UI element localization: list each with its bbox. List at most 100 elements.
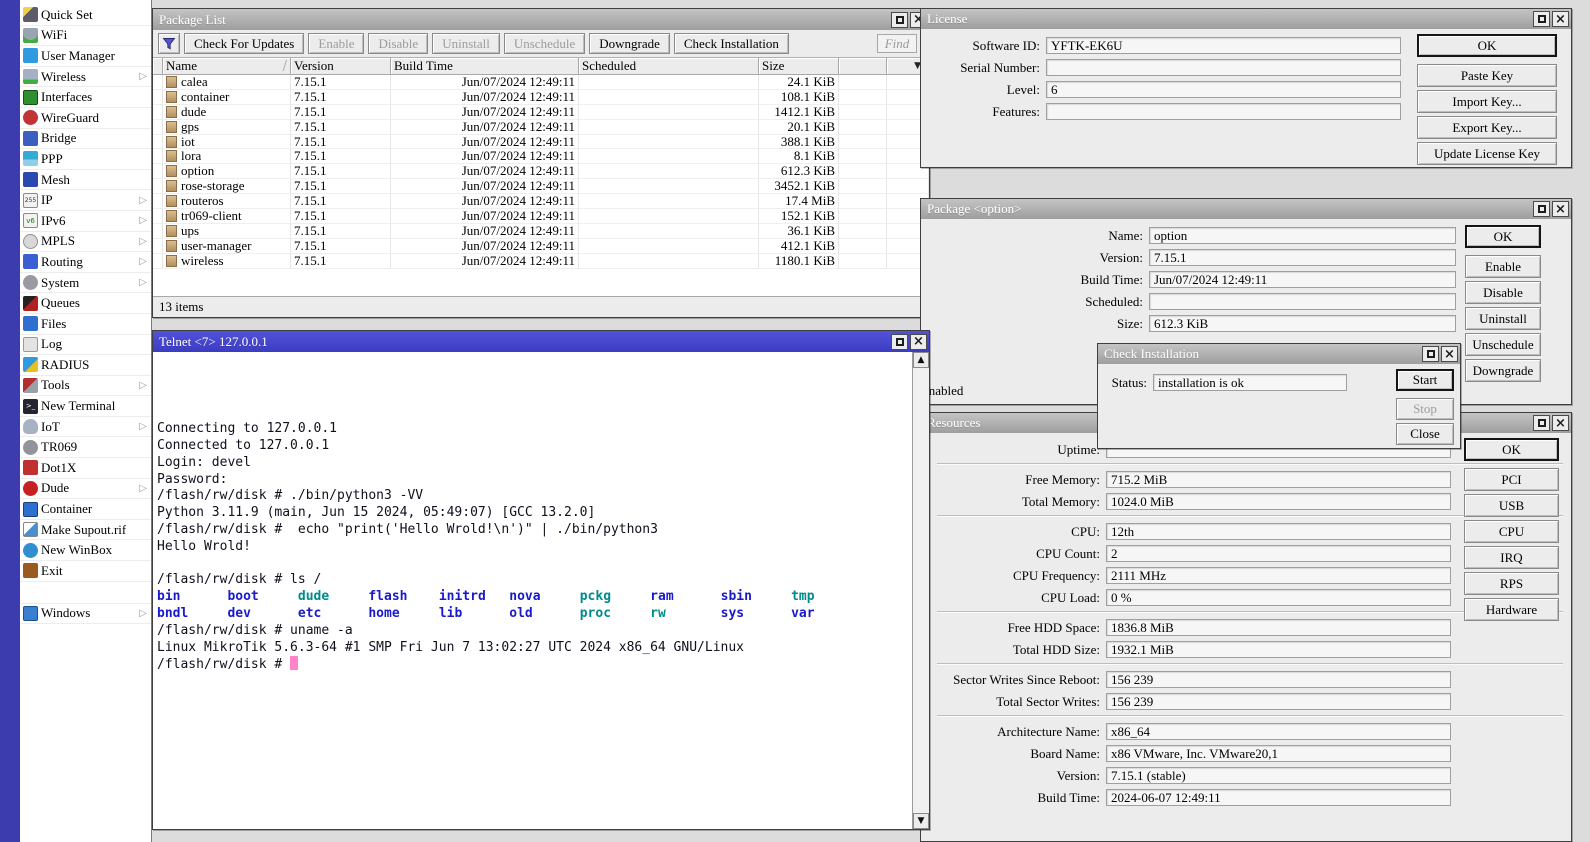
sidebar-item-files[interactable]: Files (20, 314, 151, 335)
package-row-calea[interactable]: calea7.15.1Jun/07/2024 12:49:1124.1 KiB (153, 75, 929, 90)
sidebar-item-wireguard[interactable]: WireGuard (20, 108, 151, 129)
check-installation-maximize-button[interactable] (1422, 346, 1439, 362)
package-option-close-button[interactable]: × (1552, 201, 1569, 217)
package-option-maximize-button[interactable] (1533, 201, 1550, 217)
export-key-button[interactable]: Export Key... (1417, 116, 1557, 139)
board-name-field[interactable]: x86 VMware, Inc. VMware20,1 (1106, 745, 1451, 762)
close-button[interactable]: Close (1396, 423, 1454, 445)
scroll-up-button[interactable]: ▲ (913, 352, 929, 368)
sidebar-item-routing[interactable]: Routing▷ (20, 252, 151, 273)
package-row-routeros[interactable]: routeros7.15.1Jun/07/2024 12:49:1117.4 M… (153, 194, 929, 209)
build-time-field[interactable]: Jun/07/2024 12:49:11 (1149, 271, 1456, 288)
uninstall-button[interactable]: Uninstall (432, 33, 500, 54)
pci-button[interactable]: PCI (1464, 468, 1559, 491)
sidebar-item-mpls[interactable]: MPLS▷ (20, 232, 151, 253)
cpu-count-field[interactable]: 2 (1106, 545, 1451, 562)
sidebar-item-bridge[interactable]: Bridge (20, 129, 151, 150)
downgrade-button[interactable]: Downgrade (1465, 359, 1541, 382)
import-key-button[interactable]: Import Key... (1417, 90, 1557, 113)
size-field[interactable]: 612.3 KiB (1149, 315, 1456, 332)
software-id-field[interactable]: YFTK-EK6U (1046, 37, 1401, 54)
total-hdd-size-field[interactable]: 1932.1 MiB (1106, 641, 1451, 658)
package-row-option[interactable]: option7.15.1Jun/07/2024 12:49:11612.3 Ki… (153, 164, 929, 179)
sidebar-item-container[interactable]: Container (20, 499, 151, 520)
telnet-maximize-button[interactable] (891, 334, 908, 350)
ok-button[interactable]: OK (1464, 438, 1559, 461)
stop-button[interactable]: Stop (1396, 398, 1454, 420)
package-row-gps[interactable]: gps7.15.1Jun/07/2024 12:49:1120.1 KiB (153, 120, 929, 135)
sidebar-item-log[interactable]: Log (20, 335, 151, 356)
check-for-updates-button[interactable]: Check For Updates (184, 33, 304, 54)
scroll-down-button[interactable]: ▼ (913, 813, 929, 829)
free-memory-field[interactable]: 715.2 MiB (1106, 471, 1451, 488)
sidebar-item-queues[interactable]: Queues (20, 293, 151, 314)
hardware-button[interactable]: Hardware (1464, 598, 1559, 621)
sidebar-item-dude[interactable]: Dude▷ (20, 479, 151, 500)
paste-key-button[interactable]: Paste Key (1417, 64, 1557, 87)
sidebar-item-mesh[interactable]: Mesh (20, 170, 151, 191)
start-button[interactable]: Start (1396, 369, 1454, 391)
sidebar-item-wireless[interactable]: Wireless▷ (20, 67, 151, 88)
package-list-titlebar[interactable]: Package List × (153, 9, 929, 30)
sidebar-item-new-terminal[interactable]: >_New Terminal (20, 396, 151, 417)
total-memory-field[interactable]: 1024.0 MiB (1106, 493, 1451, 510)
serial-number-field[interactable] (1046, 59, 1401, 76)
column-header-build-time[interactable]: Build Time (391, 58, 579, 75)
build-time-field[interactable]: 2024-06-07 12:49:11 (1106, 789, 1451, 806)
sidebar-item-ip[interactable]: 255IP▷ (20, 190, 151, 211)
column-header-name[interactable]: Name/ (163, 58, 291, 75)
terminal-output[interactable]: Connecting to 127.0.0.1Connected to 127.… (157, 354, 909, 827)
level-field[interactable]: 6 (1046, 81, 1401, 98)
name-field[interactable]: option (1149, 227, 1456, 244)
package-row-dude[interactable]: dude7.15.1Jun/07/2024 12:49:111412.1 KiB (153, 105, 929, 120)
package-list-maximize-button[interactable] (891, 12, 908, 28)
sidebar-item-user-manager[interactable]: User Manager (20, 46, 151, 67)
check-installation-button[interactable]: Check Installation (674, 33, 789, 54)
enable-button[interactable]: Enable (308, 33, 364, 54)
sidebar-item-wifi[interactable]: WiFi (20, 26, 151, 47)
sidebar-item-iot[interactable]: IoT▷ (20, 417, 151, 438)
usb-button[interactable]: USB (1464, 494, 1559, 517)
features-field[interactable] (1046, 103, 1401, 120)
cpu-button[interactable]: CPU (1464, 520, 1559, 543)
sidebar-item-quick-set[interactable]: Quick Set (20, 5, 151, 26)
column-header-version[interactable]: Version (291, 58, 391, 75)
license-maximize-button[interactable] (1533, 11, 1550, 27)
package-row-container[interactable]: container7.15.1Jun/07/2024 12:49:11108.1… (153, 90, 929, 105)
downgrade-button[interactable]: Downgrade (589, 33, 670, 54)
check-installation-titlebar[interactable]: Check Installation × (1098, 344, 1460, 364)
telnet-titlebar[interactable]: Telnet <7> 127.0.0.1 × (153, 331, 929, 352)
filter-button[interactable] (158, 33, 180, 54)
ok-button[interactable]: OK (1465, 225, 1541, 248)
cpu-load-field[interactable]: 0 % (1106, 589, 1451, 606)
sidebar-item-system[interactable]: System▷ (20, 273, 151, 294)
sector-writes-since-reboot-field[interactable]: 156 239 (1106, 671, 1451, 688)
sidebar-item-tools[interactable]: Tools▷ (20, 376, 151, 397)
telnet-scrollbar[interactable]: ▲ ▼ (912, 352, 929, 829)
telnet-close-button[interactable]: × (910, 334, 927, 350)
sidebar-item-tr069[interactable]: TR069 (20, 437, 151, 458)
license-titlebar[interactable]: License × (921, 9, 1571, 29)
unschedule-button[interactable]: Unschedule (504, 33, 585, 54)
check-installation-close-button[interactable]: × (1441, 346, 1458, 362)
disable-button[interactable]: Disable (1465, 281, 1541, 304)
column-header-size[interactable]: Size (759, 58, 839, 75)
package-row-iot[interactable]: iot7.15.1Jun/07/2024 12:49:11388.1 KiB (153, 135, 929, 150)
sidebar-item-windows[interactable]: Windows▷ (20, 603, 151, 625)
license-close-button[interactable]: × (1552, 11, 1569, 27)
disable-button[interactable]: Disable (368, 33, 428, 54)
package-row-lora[interactable]: lora7.15.1Jun/07/2024 12:49:118.1 KiB (153, 149, 929, 164)
find-input[interactable]: Find (877, 34, 917, 53)
unschedule-button[interactable]: Unschedule (1465, 333, 1541, 356)
sidebar-item-ppp[interactable]: PPP (20, 149, 151, 170)
package-row-ups[interactable]: ups7.15.1Jun/07/2024 12:49:1136.1 KiB (153, 224, 929, 239)
package-row-user-manager[interactable]: user-manager7.15.1Jun/07/2024 12:49:1141… (153, 239, 929, 254)
scheduled-field[interactable] (1149, 293, 1456, 310)
architecture-name-field[interactable]: x86_64 (1106, 723, 1451, 740)
uninstall-button[interactable]: Uninstall (1465, 307, 1541, 330)
total-sector-writes-field[interactable]: 156 239 (1106, 693, 1451, 710)
package-row-wireless[interactable]: wireless7.15.1Jun/07/2024 12:49:111180.1… (153, 254, 929, 269)
resources-close-button[interactable]: × (1552, 415, 1569, 431)
column-header-scheduled[interactable]: Scheduled (579, 58, 759, 75)
irq-button[interactable]: IRQ (1464, 546, 1559, 569)
